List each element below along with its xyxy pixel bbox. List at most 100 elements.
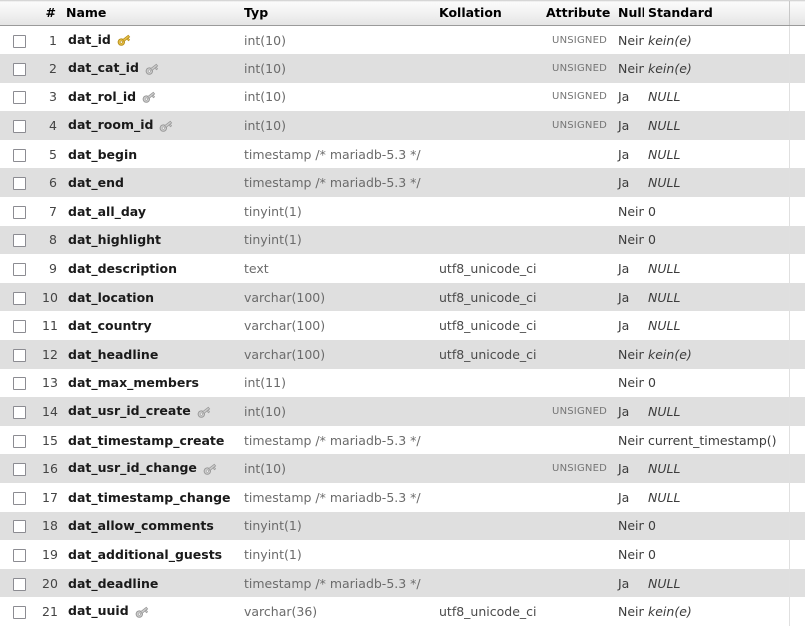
table-row[interactable]: 9 dat_description text utf8_unicode_ci Ja NUL… <box>0 254 805 283</box>
column-name-cell[interactable]: dat_uuid <box>62 597 240 626</box>
column-name-cell[interactable]: dat_description <box>62 254 240 283</box>
row-select-cell[interactable] <box>0 483 38 512</box>
column-attribute-cell <box>542 282 614 312</box>
row-select-cell[interactable] <box>0 82 38 112</box>
row-select-cell[interactable] <box>0 225 38 255</box>
table-row[interactable]: 5 dat_begin timestamp /* mariadb-5.3 */ Ja N… <box>0 139 805 169</box>
column-header-select-all[interactable] <box>0 0 38 26</box>
table-row[interactable]: 13 dat_max_members int(11) Nein 0 <box>0 368 805 398</box>
row-checkbox[interactable] <box>12 263 26 277</box>
table-row[interactable]: 7 dat_all_day tinyint(1) Nein 0 <box>0 197 805 226</box>
table-row[interactable]: 2 dat_cat_id int(10) UNSIGNED Nein kein(e) <box>0 54 805 83</box>
table-row[interactable]: 6 dat_end timestamp /* mariadb-5.3 */ Ja NUL… <box>0 168 805 198</box>
column-header-collation[interactable]: Kollation <box>435 0 542 26</box>
row-select-cell[interactable] <box>0 340 38 369</box>
table-row[interactable]: 16 dat_usr_id_change int(10) UNSIGNED Ja NULL <box>0 454 805 483</box>
column-name-cell[interactable]: dat_timestamp_create <box>62 425 240 455</box>
table-row[interactable]: 4 dat_room_id int(10) UNSIGNED Ja NULL <box>0 111 805 140</box>
table-row[interactable]: 21 dat_uuid varchar(36) utf8_unicode_ci Nein… <box>0 597 805 626</box>
row-select-cell[interactable] <box>0 568 38 598</box>
column-name-cell[interactable]: dat_deadline <box>62 568 240 598</box>
row-checkbox[interactable] <box>12 491 26 505</box>
row-select-cell[interactable] <box>0 511 38 541</box>
table-row[interactable]: 15 dat_timestamp_create timestamp /* maria… <box>0 425 805 455</box>
row-checkbox[interactable] <box>12 320 26 334</box>
column-name-cell[interactable]: dat_allow_comments <box>62 511 240 541</box>
column-name-cell[interactable]: dat_usr_id_create <box>62 397 240 426</box>
column-extra-cell <box>788 368 805 398</box>
row-select-cell[interactable] <box>0 397 38 426</box>
row-checkbox[interactable] <box>12 62 26 76</box>
table-row[interactable]: 10 dat_location varchar(100) utf8_unicode_c… <box>0 282 805 312</box>
row-checkbox[interactable] <box>12 34 26 48</box>
column-name-cell[interactable]: dat_usr_id_change <box>62 454 240 483</box>
row-checkbox[interactable] <box>12 520 26 534</box>
row-checkbox[interactable] <box>12 348 26 362</box>
column-name-cell[interactable]: dat_room_id <box>62 111 240 140</box>
row-checkbox[interactable] <box>12 91 26 105</box>
table-row[interactable]: 11 dat_country varchar(100) utf8_unicode_ci… <box>0 311 805 341</box>
column-name-cell[interactable]: dat_additional_guests <box>62 540 240 569</box>
row-select-cell[interactable] <box>0 254 38 283</box>
row-select-cell[interactable] <box>0 282 38 312</box>
column-name-cell[interactable]: dat_country <box>62 311 240 341</box>
row-select-cell[interactable] <box>0 25 38 55</box>
row-checkbox[interactable] <box>12 463 26 477</box>
column-extra-cell <box>788 397 805 426</box>
row-select-cell[interactable] <box>0 454 38 483</box>
column-header-name[interactable]: Name <box>62 0 240 26</box>
column-header-default[interactable]: Standard <box>644 0 789 26</box>
column-name-cell[interactable]: dat_timestamp_change <box>62 483 240 512</box>
row-checkbox[interactable] <box>12 120 26 134</box>
row-checkbox[interactable] <box>12 606 26 620</box>
table-row[interactable]: 14 dat_usr_id_create int(10) UNSIGNED Ja NULL <box>0 397 805 426</box>
row-checkbox[interactable] <box>12 148 26 162</box>
row-select-cell[interactable] <box>0 368 38 398</box>
row-checkbox[interactable] <box>12 577 26 591</box>
column-header-number[interactable]: # <box>38 0 62 26</box>
row-number: 7 <box>38 197 62 226</box>
table-row[interactable]: 20 dat_deadline timestamp /* mariadb-5.3 *… <box>0 568 805 598</box>
column-name-cell[interactable]: dat_end <box>62 168 240 198</box>
column-name-cell[interactable]: dat_id <box>62 25 240 55</box>
column-name-cell[interactable]: dat_rol_id <box>62 82 240 112</box>
row-checkbox[interactable] <box>12 548 26 562</box>
column-name-cell[interactable]: dat_location <box>62 282 240 312</box>
row-checkbox[interactable] <box>12 177 26 191</box>
column-name-cell[interactable]: dat_begin <box>62 139 240 169</box>
row-checkbox[interactable] <box>12 406 26 420</box>
table-row[interactable]: 19 dat_additional_guests tinyint(1) Nein 0 <box>0 540 805 569</box>
row-checkbox[interactable] <box>12 234 26 248</box>
column-null-cell: Nein <box>614 340 644 369</box>
row-checkbox[interactable] <box>12 434 26 448</box>
column-header-attribute[interactable]: Attribute <box>542 0 614 26</box>
column-header-type[interactable]: Typ <box>240 0 435 26</box>
table-row[interactable]: 18 dat_allow_comments tinyint(1) Nein 0 <box>0 511 805 541</box>
column-name-cell[interactable]: dat_all_day <box>62 197 240 226</box>
row-checkbox[interactable] <box>12 291 26 305</box>
column-name-cell[interactable]: dat_max_members <box>62 368 240 398</box>
table-row[interactable]: 1 dat_id int(10) UNSIGNED Nein kein(e) <box>0 25 805 55</box>
column-header-null[interactable]: Null <box>614 0 644 26</box>
column-name-text: dat_timestamp_create <box>68 432 225 448</box>
row-select-cell[interactable] <box>0 197 38 226</box>
column-default-cell: NULL <box>644 82 789 112</box>
row-select-cell[interactable] <box>0 597 38 626</box>
table-row[interactable]: 8 dat_highlight tinyint(1) Nein 0 <box>0 225 805 255</box>
table-row[interactable]: 17 dat_timestamp_change timestamp /* maria… <box>0 483 805 512</box>
row-select-cell[interactable] <box>0 54 38 83</box>
table-row[interactable]: 3 dat_rol_id int(10) UNSIGNED Ja NULL <box>0 82 805 112</box>
row-checkbox[interactable] <box>12 205 26 219</box>
row-select-cell[interactable] <box>0 168 38 198</box>
row-checkbox[interactable] <box>12 377 26 391</box>
row-select-cell[interactable] <box>0 425 38 455</box>
column-collation-cell <box>435 511 542 541</box>
table-row[interactable]: 12 dat_headline varchar(100) utf8_unicode_c… <box>0 340 805 369</box>
row-select-cell[interactable] <box>0 311 38 341</box>
column-name-cell[interactable]: dat_headline <box>62 340 240 369</box>
row-select-cell[interactable] <box>0 540 38 569</box>
row-select-cell[interactable] <box>0 139 38 169</box>
row-select-cell[interactable] <box>0 111 38 140</box>
column-name-cell[interactable]: dat_cat_id <box>62 54 240 83</box>
column-name-cell[interactable]: dat_highlight <box>62 225 240 255</box>
